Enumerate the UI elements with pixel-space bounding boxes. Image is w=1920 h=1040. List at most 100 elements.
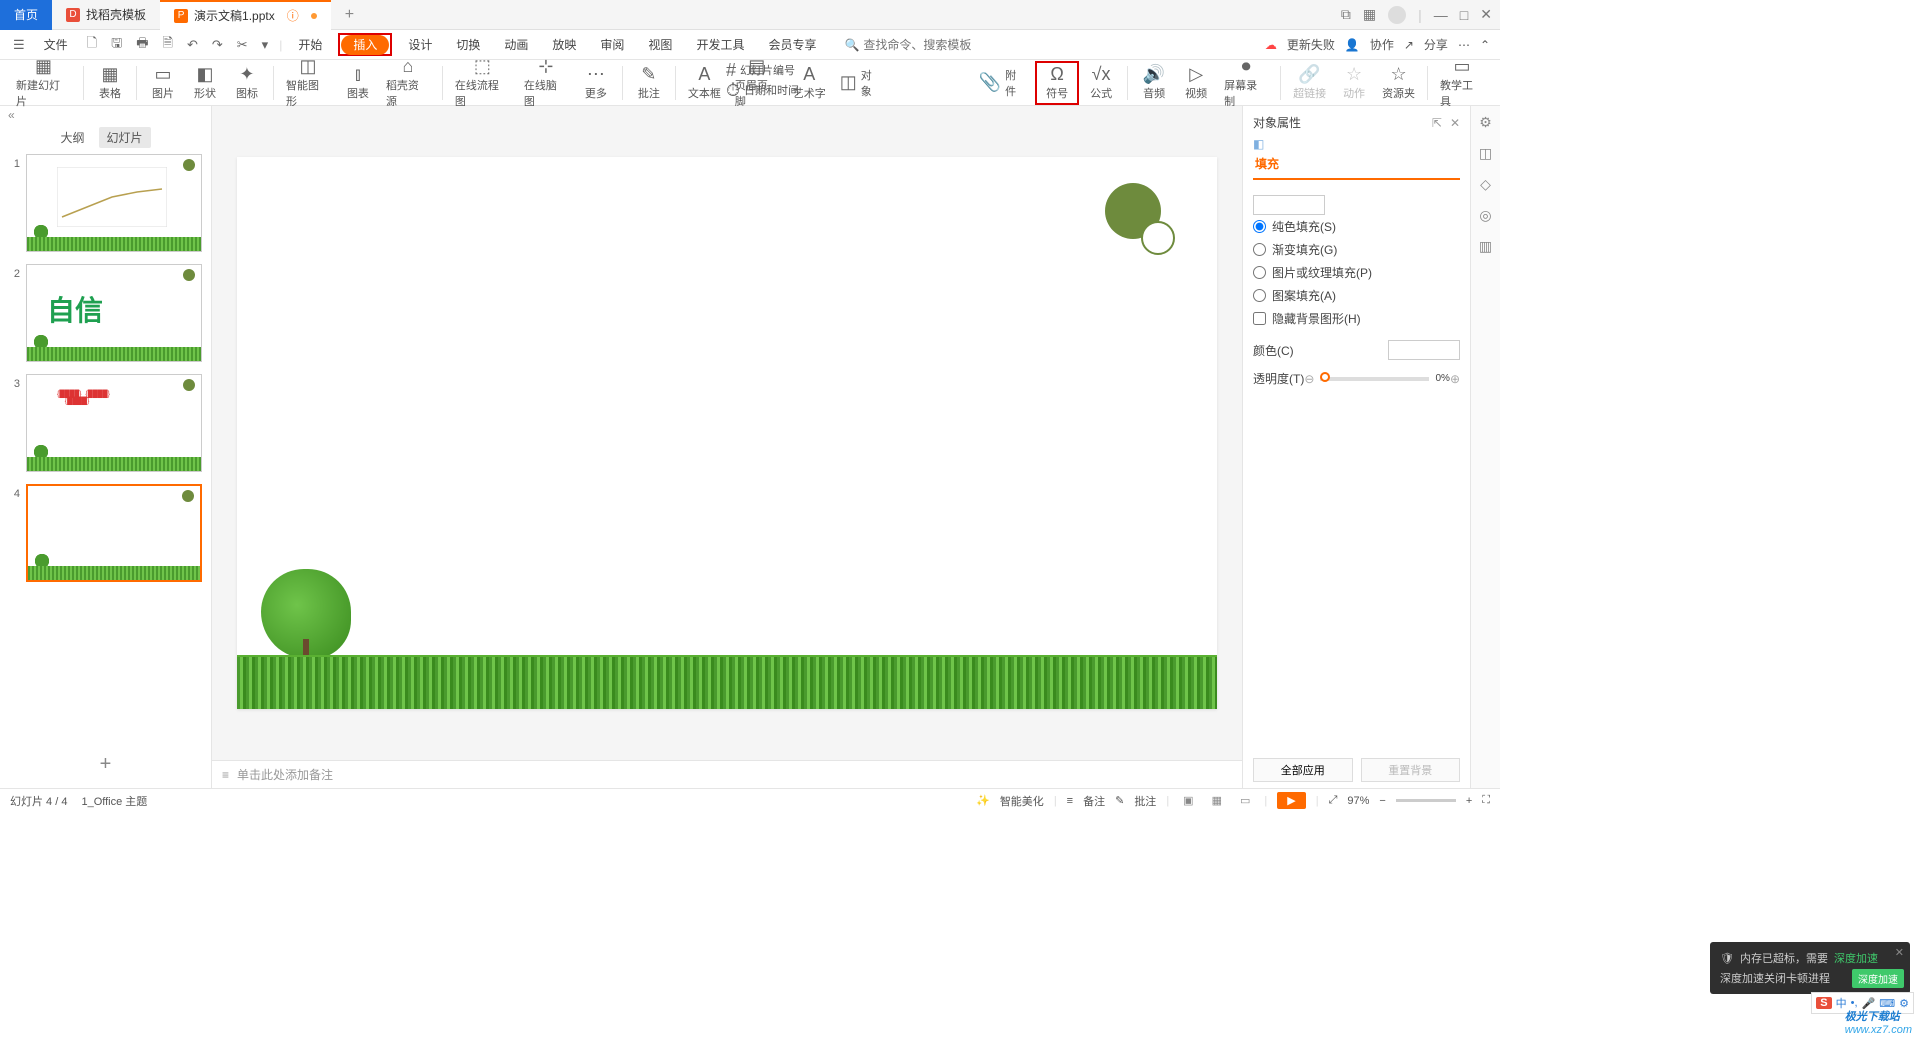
add-slide[interactable]: + [0,741,211,788]
status-beautify[interactable]: 智能美化 [1000,793,1044,809]
ribbon-table[interactable]: ▦表格 [90,63,130,103]
tab-slides[interactable]: 幻灯片 [99,127,151,148]
ribbon-video[interactable]: ▷视频 [1176,63,1216,103]
qat-undo-icon[interactable]: ↶ [184,37,201,53]
ribbon-comment[interactable]: ✎批注 [629,63,669,103]
tab-outline[interactable]: 大纲 [60,129,84,146]
share[interactable]: 分享 [1424,36,1448,53]
tab-templates[interactable]: D找稻壳模板 [52,0,160,30]
apps-icon[interactable]: ▦ [1363,6,1376,23]
toast-close-icon[interactable]: ✕ [1895,946,1904,959]
zoom-slider[interactable] [1396,799,1456,802]
radio-picture[interactable] [1253,266,1266,279]
maximize-button[interactable]: □ [1460,7,1468,23]
ribbon-object[interactable]: ◫对象 [834,65,889,101]
menu-view[interactable]: 视图 [640,33,680,56]
fit-icon[interactable]: ⤢ [1329,794,1338,807]
radio-solid[interactable] [1253,220,1266,233]
btn-reset-bg[interactable]: 重置背景 [1361,758,1461,782]
thumb-4[interactable] [26,484,202,582]
chevron-up-icon[interactable]: ⌃ [1480,38,1490,52]
qat-more-icon[interactable]: ▾ [259,37,272,53]
fullscreen-icon[interactable]: ⛶ [1482,794,1490,807]
toast-action[interactable]: 深度加速 [1852,969,1904,988]
view-reading-icon[interactable]: ▭ [1236,793,1254,808]
strip-settings-icon[interactable]: ⚙ [1479,114,1492,131]
ribbon-teaching[interactable]: ▭教学工具 [1434,55,1490,111]
canvas-area[interactable] [212,106,1242,760]
notes-toggle-icon[interactable]: ≡ [1067,795,1073,807]
qat-cut-icon[interactable]: ✂ [234,37,251,53]
view-sorter-icon[interactable]: ▦ [1208,793,1226,808]
ribbon-picture[interactable]: ▭图片 [143,63,183,103]
menu-icon[interactable]: ☰ [10,37,28,53]
ribbon-record[interactable]: ⏺屏幕录制 [1218,55,1274,111]
tab-new[interactable]: + [331,0,368,30]
menu-review[interactable]: 审阅 [592,33,632,56]
collab[interactable]: 协作 [1370,36,1394,53]
zoom-value[interactable]: 97% [1347,795,1369,807]
ribbon-attach[interactable]: 📎附件 [973,65,1033,101]
status-comments[interactable]: 批注 [1134,793,1156,809]
tab-document[interactable]: P演示文稿1.pptxⓘ [160,0,331,30]
slide-canvas[interactable] [237,157,1217,709]
menu-start[interactable]: 开始 [290,33,330,56]
panel-collapse[interactable]: « [0,106,211,124]
menu-file[interactable]: 文件 [36,33,76,56]
ribbon-new-slide[interactable]: ▦新建幻灯片 [10,55,77,111]
strip-shape-icon[interactable]: ◇ [1480,176,1491,193]
ribbon-chart[interactable]: ⫾图表 [338,63,378,103]
pin-icon[interactable]: ⇱ [1432,116,1442,130]
menu-design[interactable]: 设计 [400,33,440,56]
zoom-in-icon[interactable]: + [1466,795,1472,807]
minimize-button[interactable]: — [1434,7,1448,23]
view-normal-icon[interactable]: ▣ [1179,793,1197,808]
ribbon-shape[interactable]: ◧形状 [185,63,225,103]
notes-bar[interactable]: ≡ 单击此处添加备注 [212,760,1242,788]
search-input[interactable] [863,38,983,52]
ribbon-docer[interactable]: ⌂稻壳资源 [380,55,436,111]
ribbon-icon[interactable]: ✦图标 [227,63,267,103]
strip-location-icon[interactable]: ◎ [1479,207,1491,224]
btn-apply-all[interactable]: 全部应用 [1253,758,1353,782]
qat-preview-icon[interactable]: 🗎 [159,34,175,56]
menu-insert[interactable]: 插入 [341,35,389,55]
radio-pattern[interactable] [1253,289,1266,302]
beautify-icon[interactable]: ✨ [976,794,990,807]
panel-close-icon[interactable]: ✕ [1450,116,1460,130]
play-button[interactable]: ▶ [1277,792,1305,809]
strip-select-icon[interactable]: ◫ [1479,145,1492,162]
ribbon-smartart[interactable]: ◫智能图形 [280,55,336,111]
ribbon-symbol[interactable]: Ω符号 [1037,63,1077,103]
qat-save-icon[interactable]: 🖫 [108,34,125,56]
more-icon[interactable]: ⋯ [1458,38,1470,52]
qat-new-icon[interactable]: 🗋 [84,34,100,56]
shape-circle-small[interactable] [1141,221,1175,255]
thumb-1[interactable] [26,154,202,252]
ribbon-flowchart[interactable]: ⬚在线流程图 [449,55,516,111]
update-fail[interactable]: 更新失败 [1287,36,1335,53]
menu-member[interactable]: 会员专享 [760,33,824,56]
alpha-plus[interactable]: ⊕ [1450,372,1460,386]
search-box[interactable]: 🔍 [844,38,983,52]
ribbon-mindmap[interactable]: ⊹在线脑图 [518,55,574,111]
thumb-2[interactable]: 自信 [26,264,202,362]
menu-transition[interactable]: 切换 [448,33,488,56]
ribbon-audio[interactable]: 🔊音频 [1134,63,1174,103]
ribbon-resource[interactable]: ☆资源夹 [1376,63,1421,103]
qat-print-icon[interactable]: 🖶 [133,34,151,56]
comments-toggle-icon[interactable]: ✎ [1115,794,1124,807]
qat-redo-icon[interactable]: ↷ [209,37,226,53]
radio-gradient[interactable] [1253,243,1266,256]
status-notes[interactable]: 备注 [1083,793,1105,809]
menu-devtools[interactable]: 开发工具 [688,33,752,56]
panel-tab-fill[interactable]: 填充 [1253,151,1460,180]
menu-animation[interactable]: 动画 [496,33,536,56]
close-button[interactable]: ✕ [1480,6,1492,23]
alpha-minus[interactable]: ⊖ [1304,372,1314,386]
alpha-slider[interactable] [1320,377,1429,381]
layout-icon[interactable]: ⧉ [1341,6,1351,23]
color-picker[interactable] [1388,340,1460,360]
check-hidebg[interactable] [1253,312,1266,325]
ribbon-more[interactable]: ⋯更多 [576,63,616,103]
